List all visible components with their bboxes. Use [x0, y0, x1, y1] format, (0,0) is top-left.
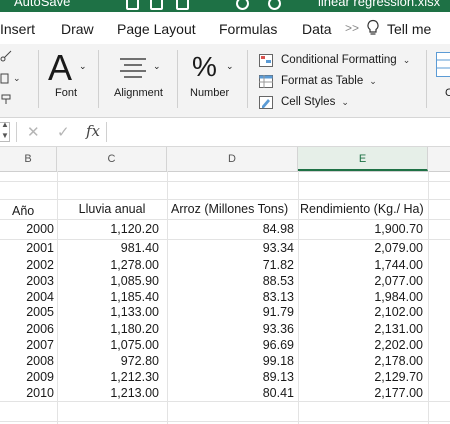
cell-rainfall[interactable]: 1,120.20	[57, 219, 163, 239]
more-tabs-icon[interactable]: >>	[345, 21, 359, 35]
conditional-formatting-icon	[259, 53, 273, 67]
format-as-table-button[interactable]: Format as Table ⌄	[259, 72, 377, 90]
lightbulb-icon[interactable]	[365, 19, 381, 37]
column-header-d[interactable]: D	[167, 147, 298, 171]
format-as-table-label: Format as Table	[281, 75, 364, 87]
ribbon-separator	[38, 50, 39, 108]
cell-yield[interactable]: 2,177.00	[298, 383, 427, 403]
enter-icon[interactable]: ✓	[57, 123, 70, 141]
ribbon-separator	[247, 50, 248, 108]
tab-insert[interactable]: Insert	[0, 21, 35, 37]
grid-line	[0, 421, 450, 422]
cell-rice[interactable]: 84.98	[167, 219, 298, 239]
formula-separator	[106, 122, 107, 142]
tab-page-layout[interactable]: Page Layout	[117, 21, 196, 37]
column-header-c[interactable]: C	[57, 147, 167, 171]
cell-rice[interactable]: 80.41	[167, 383, 298, 403]
formula-bar: ▲ ▼ ✕ ✓ fx	[0, 118, 450, 147]
column-header-b[interactable]: B	[0, 147, 57, 171]
conditional-formatting-button[interactable]: Conditional Formatting ⌄	[259, 51, 410, 69]
number-format-icon[interactable]: %	[192, 50, 217, 84]
font-a-icon[interactable]: A	[48, 48, 72, 88]
conditional-formatting-label: Conditional Formatting	[281, 54, 397, 66]
window-title: linear regression.xlsx	[318, 0, 441, 9]
tab-formulas[interactable]: Formulas	[219, 21, 277, 37]
ribbon-tabs: Insert Draw Page Layout Formulas Data >>…	[0, 12, 450, 44]
cell-styles-label: Cell Styles	[281, 96, 336, 108]
conditional-formatting-chevron-icon: ⌄	[402, 54, 411, 65]
redo-icon[interactable]	[236, 0, 249, 10]
tell-me-field[interactable]: Tell me	[387, 21, 431, 37]
cell-styles-icon	[259, 95, 273, 109]
font-group-label: Font	[55, 87, 78, 99]
font-chevron-icon[interactable]: ⌄	[79, 61, 87, 72]
cancel-icon[interactable]: ✕	[27, 123, 40, 141]
refresh-icon[interactable]	[268, 0, 281, 10]
fx-icon[interactable]: fx	[86, 122, 100, 140]
number-chevron-icon[interactable]: ⌄	[226, 61, 234, 72]
column-headers: B C D E	[0, 147, 450, 172]
formula-separator	[16, 122, 17, 142]
ribbon-separator	[177, 50, 178, 108]
tab-data[interactable]: Data	[302, 21, 332, 37]
header-year[interactable]: Año	[8, 201, 58, 221]
cells-group-label: C	[445, 87, 450, 99]
copy-icon[interactable]	[0, 71, 12, 85]
save-icon[interactable]	[126, 0, 139, 10]
format-as-table-icon	[259, 74, 273, 88]
alignment-icon[interactable]	[118, 56, 148, 78]
format-as-table-chevron-icon: ⌄	[369, 75, 377, 86]
header-rainfall[interactable]: Lluvia anual	[57, 199, 167, 219]
title-bar: AutoSave linear regression.xlsx	[0, 0, 450, 12]
cell-styles-chevron-icon: ⌄	[341, 96, 349, 107]
cut-icon[interactable]	[0, 50, 12, 62]
ribbon-separator	[98, 50, 99, 108]
cells-group-icon[interactable]	[436, 52, 450, 78]
cell-yield[interactable]: 1,900.70	[298, 219, 427, 239]
undo-icon[interactable]	[150, 0, 163, 10]
autosave-label[interactable]: AutoSave	[14, 0, 70, 9]
ribbon-separator	[426, 50, 427, 108]
name-box-stepper[interactable]: ▲ ▼	[0, 120, 10, 142]
header-yield[interactable]: Rendimiento (Kg./ Ha)	[299, 199, 430, 219]
cell-rainfall[interactable]: 1,213.00	[57, 383, 163, 403]
alignment-group-label: Alignment	[114, 87, 163, 99]
print-icon[interactable]	[176, 0, 189, 10]
alignment-chevron-icon[interactable]: ⌄	[153, 61, 161, 72]
header-rice[interactable]: Arroz (Millones Tons)	[170, 199, 300, 219]
grid-line	[0, 181, 450, 182]
cell-year[interactable]: 2010	[0, 383, 58, 403]
ribbon: ⌄ A ⌄ Font ⌄ Alignment % ⌄ Number Condit…	[0, 44, 450, 118]
copy-chevron-icon[interactable]: ⌄	[13, 73, 21, 84]
cell-grid[interactable]: Año Lluvia anual Arroz (Millones Tons) R…	[0, 171, 450, 424]
format-painter-icon[interactable]	[0, 93, 12, 105]
cell-styles-button[interactable]: Cell Styles ⌄	[259, 93, 349, 111]
cell-year[interactable]: 2000	[0, 219, 58, 239]
column-header-f[interactable]	[428, 147, 450, 171]
tab-draw[interactable]: Draw	[61, 21, 94, 37]
column-header-e[interactable]: E	[298, 147, 428, 171]
number-group-label: Number	[190, 87, 230, 99]
